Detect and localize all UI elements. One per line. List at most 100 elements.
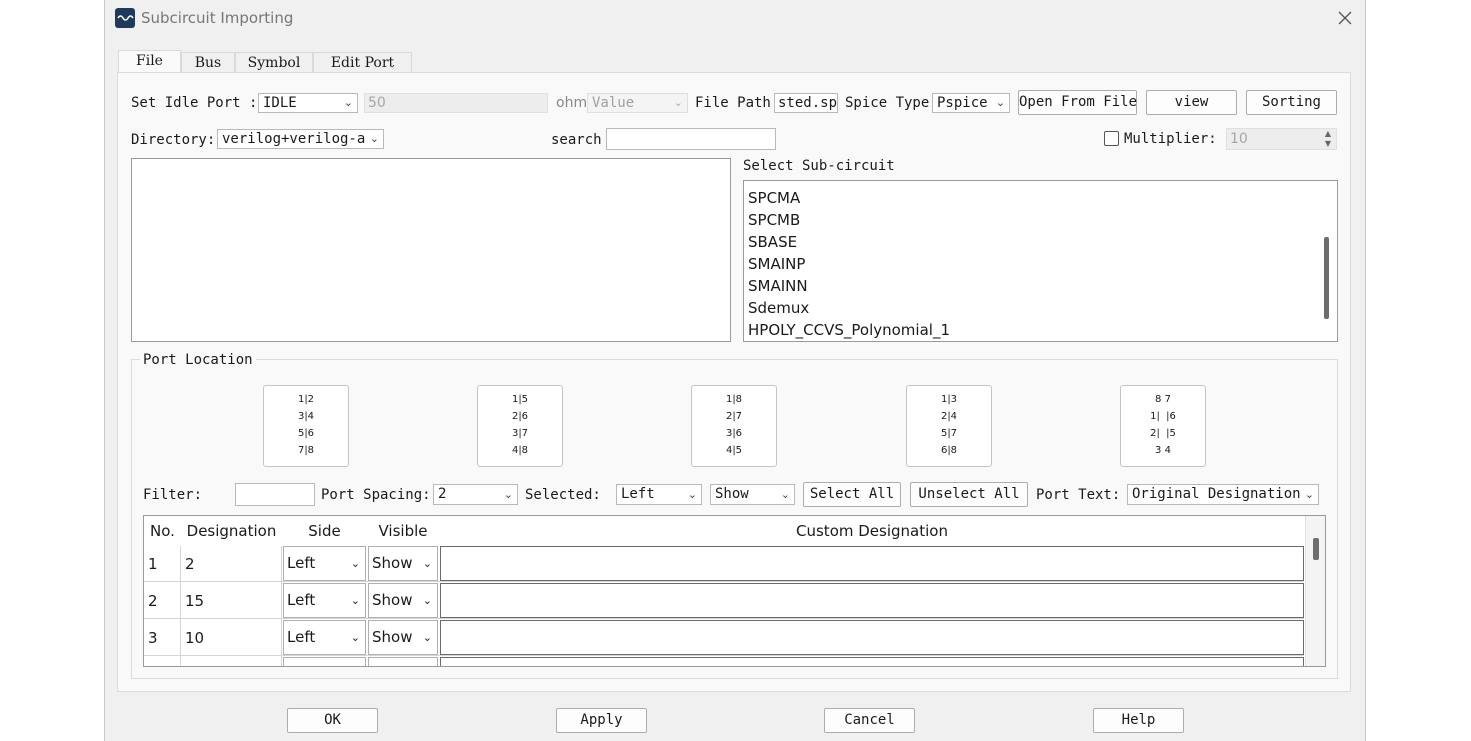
column-header-designation[interactable]: Designation [181, 516, 283, 546]
select-all-button[interactable]: Select All [803, 482, 901, 507]
table-scrollbar-thumb[interactable] [1313, 538, 1319, 560]
side-value: Left [287, 628, 316, 646]
port-pattern-button-4[interactable]: 1|3 2|4 5|7 6|8 [906, 385, 992, 467]
list-item[interactable]: SBASE [748, 231, 797, 253]
side-select[interactable]: Left ⌄ [283, 620, 366, 655]
column-header-no[interactable]: No. [144, 516, 182, 546]
sorting-button[interactable]: Sorting [1246, 90, 1337, 115]
list-item[interactable]: HPOLY_CCVS_Polynomial_1 [748, 319, 950, 341]
pattern-row: 5|7 [940, 428, 958, 439]
file-path-input[interactable]: sted.sp [774, 93, 838, 113]
open-from-file-button[interactable]: Open From File [1018, 90, 1137, 115]
chevron-down-icon: ⌄ [422, 557, 432, 570]
list-item[interactable]: SPCMA [748, 187, 800, 209]
visible-value: Show [372, 591, 413, 609]
tab-edit-port[interactable]: Edit Port [313, 52, 412, 74]
custom-designation-input[interactable] [440, 583, 1304, 618]
column-header-visible[interactable]: Visible [367, 516, 440, 546]
ohm-label: ohm [556, 95, 588, 111]
port-text-value: Original Designation [1132, 486, 1301, 502]
chevron-down-icon: ⌄ [780, 488, 790, 501]
pattern-row: 8 7 [1155, 394, 1171, 405]
column-header-custom-designation[interactable]: Custom Designation [439, 516, 1306, 546]
chevron-down-icon: ⌄ [995, 96, 1005, 109]
side-select[interactable]: Left ⌄ [283, 583, 366, 618]
port-pattern-button-3[interactable]: 1|8 2|7 3|6 4|5 [691, 385, 777, 467]
spin-down-icon[interactable]: ▼ [1321, 139, 1335, 149]
close-icon[interactable] [1335, 8, 1355, 28]
select-subcircuit-label: Select Sub-circuit [743, 158, 895, 174]
visible-value: Show [372, 628, 413, 646]
view-button[interactable]: view [1146, 90, 1237, 115]
list-item[interactable]: Sdemux [748, 297, 809, 319]
cell-no: 3 [148, 629, 158, 647]
port-pattern-button-5[interactable]: 8 7 1| |6 2| |5 3 4 [1120, 385, 1206, 467]
port-pattern-button-1[interactable]: 1|2 3|4 5|6 7|8 [263, 385, 349, 467]
cancel-button[interactable]: Cancel [824, 708, 915, 733]
table-row[interactable]: 2 15 Left ⌄ Show ⌄ [144, 583, 1304, 619]
multiplier-label: Multiplier: [1124, 131, 1217, 147]
custom-designation-input[interactable] [440, 546, 1304, 581]
visible-select[interactable]: Show ⌄ [368, 546, 438, 581]
idle-port-select[interactable]: IDLE ⌄ [258, 93, 358, 113]
directory-select[interactable]: verilog+verilog-a ⌄ [217, 129, 384, 149]
spin-up-icon[interactable]: ▲ [1321, 129, 1335, 139]
side-select[interactable] [283, 657, 366, 666]
selected-visible-select[interactable]: Show ⌄ [710, 484, 795, 505]
pattern-row: 1|3 [940, 394, 958, 405]
pattern-row: 6|8 [940, 445, 958, 456]
tab-file[interactable]: File [118, 50, 181, 74]
chevron-down-icon: ⌄ [673, 96, 683, 109]
pattern-row: 3|7 [511, 428, 529, 439]
visible-select[interactable] [368, 657, 438, 666]
side-value: Left [287, 554, 316, 572]
list-item[interactable]: SPCMB [748, 209, 800, 231]
list-scrollbar-thumb[interactable] [1324, 237, 1329, 319]
cell-designation: 15 [185, 592, 205, 610]
directory-label: Directory: [131, 132, 216, 148]
cell-no: 2 [148, 592, 158, 610]
spice-type-select[interactable]: Pspice ⌄ [932, 93, 1010, 113]
subcircuit-list[interactable]: SPCMA SPCMB SBASE SMAINP SMAINN Sdemux H… [743, 180, 1338, 342]
resistance-field[interactable]: 50 [364, 93, 548, 113]
table-scrollbar[interactable] [1305, 516, 1325, 666]
symbol-preview-box [131, 158, 731, 342]
visible-select[interactable]: Show ⌄ [368, 620, 438, 655]
port-text-select[interactable]: Original Designation ⌄ [1127, 484, 1319, 505]
file-path-label: File Path [695, 95, 771, 111]
visible-select[interactable]: Show ⌄ [368, 583, 438, 618]
value-select[interactable]: Value ⌄ [587, 93, 688, 113]
search-input[interactable] [606, 128, 776, 150]
filter-input[interactable] [235, 483, 315, 506]
multiplier-checkbox[interactable] [1104, 131, 1119, 146]
app-icon [115, 8, 135, 28]
cell-designation: 2 [185, 555, 195, 573]
chevron-down-icon: ⌄ [350, 594, 360, 607]
port-pattern-button-2[interactable]: 1|5 2|6 3|7 4|8 [477, 385, 563, 467]
pattern-row: 1|2 [297, 394, 315, 405]
side-select[interactable]: Left ⌄ [283, 546, 366, 581]
pattern-row: 4|8 [511, 445, 529, 456]
port-location-label: Port Location [140, 350, 256, 370]
unselect-all-button[interactable]: Unselect All [910, 482, 1028, 507]
set-idle-port-label: Set Idle Port : [131, 95, 258, 111]
list-item[interactable]: SMAINN [748, 275, 808, 297]
table-row[interactable]: 1 2 Left ⌄ Show ⌄ [144, 546, 1304, 582]
chevron-down-icon: ⌄ [350, 631, 360, 644]
custom-designation-input[interactable] [440, 620, 1304, 655]
tab-bus[interactable]: Bus [181, 52, 235, 74]
pattern-row: 4|5 [725, 445, 743, 456]
column-header-side[interactable]: Side [282, 516, 368, 546]
custom-designation-input[interactable] [440, 657, 1304, 666]
idle-port-value: IDLE [263, 95, 297, 111]
port-spacing-select[interactable]: 2 ⌄ [433, 484, 518, 505]
help-button[interactable]: Help [1093, 708, 1184, 733]
apply-button[interactable]: Apply [556, 708, 647, 733]
table-row[interactable] [144, 657, 1304, 666]
table-row[interactable]: 3 10 Left ⌄ Show ⌄ [144, 620, 1304, 656]
tab-symbol[interactable]: Symbol [235, 52, 313, 74]
selected-side-select[interactable]: Left ⌄ [616, 484, 702, 505]
chevron-down-icon: ⌄ [1304, 488, 1314, 501]
ok-button[interactable]: OK [287, 708, 378, 733]
list-item[interactable]: SMAINP [748, 253, 805, 275]
